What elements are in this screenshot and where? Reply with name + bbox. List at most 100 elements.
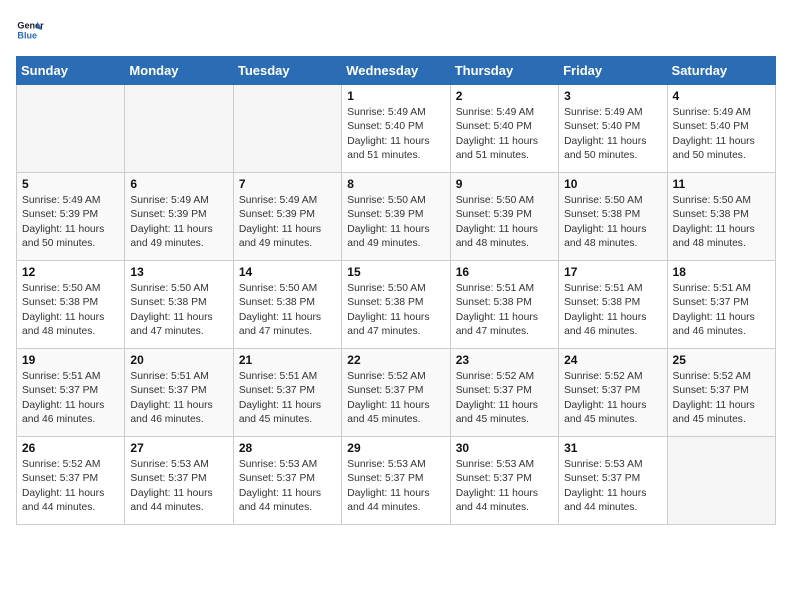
calendar-cell: 2Sunrise: 5:49 AM Sunset: 5:40 PM Daylig…: [450, 85, 558, 173]
day-number: 4: [673, 89, 770, 103]
calendar-cell: 5Sunrise: 5:49 AM Sunset: 5:39 PM Daylig…: [17, 173, 125, 261]
calendar-cell: 10 Sunrise: 5:50 AM Sunset: 5:38 PM Dayli…: [559, 173, 667, 261]
calendar-week-row: 12Sunrise: 5:50 AM Sunset: 5:38 PM Dayli…: [17, 261, 776, 349]
calendar-cell: 11 Sunrise: 5:50 AM Sunset: 5:38 PM Dayli…: [667, 173, 775, 261]
calendar-cell: 4 Sunrise: 5:49 AM Sunset: 5:40 PM Daylig…: [667, 85, 775, 173]
day-header-thursday: Thursday: [450, 57, 558, 85]
day-number: 22: [347, 353, 444, 367]
day-number: 5: [22, 177, 119, 191]
calendar-cell: 8 Sunrise: 5:50 AM Sunset: 5:39 PM Daylig…: [342, 173, 450, 261]
day-content: Sunrise: 5:49 AM Sunset: 5:40 PM Dayligh…: [456, 106, 553, 164]
day-number: 3: [564, 89, 661, 103]
day-content: Sunrise: 5:52 AM Sunset: 5:37 PM Dayligh…: [456, 370, 553, 428]
day-header-monday: Monday: [125, 57, 233, 85]
calendar-cell: 3 Sunrise: 5:49 AM Sunset: 5:40 PM Daylig…: [559, 85, 667, 173]
day-content: Sunrise: 5:50 AM Sunset: 5:38 PM Dayligh…: [564, 194, 661, 252]
calendar-cell: 27 Sunrise: 5:53 AM Sunset: 5:37 PM Dayli…: [125, 437, 233, 525]
calendar-cell: [233, 85, 341, 173]
day-content: Sunrise: 5:50 AM Sunset: 5:38 PM Dayligh…: [673, 194, 770, 252]
day-number: 21: [239, 353, 336, 367]
day-number: 23: [456, 353, 553, 367]
day-content: Sunrise: 5:50 AM Sunset: 5:38 PM Dayligh…: [130, 282, 227, 340]
day-content: Sunrise: 5:51 AM Sunset: 5:37 PM Dayligh…: [22, 370, 119, 428]
calendar-cell: 25 Sunrise: 5:52 AM Sunset: 5:37 PM Dayli…: [667, 349, 775, 437]
day-number: 26: [22, 441, 119, 455]
calendar-cell: 23 Sunrise: 5:52 AM Sunset: 5:37 PM Dayli…: [450, 349, 558, 437]
calendar-cell: [17, 85, 125, 173]
calendar-cell: 9Sunrise: 5:50 AM Sunset: 5:39 PM Daylig…: [450, 173, 558, 261]
day-content: Sunrise: 5:49 AM Sunset: 5:40 PM Dayligh…: [564, 106, 661, 164]
day-number: 28: [239, 441, 336, 455]
day-number: 19: [22, 353, 119, 367]
calendar-cell: 7Sunrise: 5:49 AM Sunset: 5:39 PM Daylig…: [233, 173, 341, 261]
calendar-cell: 31 Sunrise: 5:53 AM Sunset: 5:37 PM Dayli…: [559, 437, 667, 525]
logo: General Blue: [16, 16, 48, 44]
day-content: Sunrise: 5:49 AM Sunset: 5:40 PM Dayligh…: [347, 106, 444, 164]
day-content: Sunrise: 5:50 AM Sunset: 5:38 PM Dayligh…: [347, 282, 444, 340]
calendar-cell: 17 Sunrise: 5:51 AM Sunset: 5:38 PM Dayli…: [559, 261, 667, 349]
day-number: 15: [347, 265, 444, 279]
day-content: Sunrise: 5:50 AM Sunset: 5:39 PM Dayligh…: [347, 194, 444, 252]
day-content: Sunrise: 5:51 AM Sunset: 5:37 PM Dayligh…: [130, 370, 227, 428]
day-content: Sunrise: 5:51 AM Sunset: 5:38 PM Dayligh…: [456, 282, 553, 340]
day-content: Sunrise: 5:52 AM Sunset: 5:37 PM Dayligh…: [564, 370, 661, 428]
calendar-cell: 1 Sunrise: 5:49 AM Sunset: 5:40 PM Daylig…: [342, 85, 450, 173]
day-number: 20: [130, 353, 227, 367]
calendar-cell: 21Sunrise: 5:51 AM Sunset: 5:37 PM Dayli…: [233, 349, 341, 437]
day-content: Sunrise: 5:53 AM Sunset: 5:37 PM Dayligh…: [347, 458, 444, 516]
svg-text:Blue: Blue: [17, 30, 37, 40]
day-header-wednesday: Wednesday: [342, 57, 450, 85]
day-content: Sunrise: 5:50 AM Sunset: 5:38 PM Dayligh…: [22, 282, 119, 340]
day-header-row: SundayMondayTuesdayWednesdayThursdayFrid…: [17, 57, 776, 85]
day-number: 17: [564, 265, 661, 279]
calendar-cell: 20 Sunrise: 5:51 AM Sunset: 5:37 PM Dayli…: [125, 349, 233, 437]
calendar-cell: [667, 437, 775, 525]
day-number: 8: [347, 177, 444, 191]
day-content: Sunrise: 5:53 AM Sunset: 5:37 PM Dayligh…: [239, 458, 336, 516]
day-number: 13: [130, 265, 227, 279]
day-content: Sunrise: 5:53 AM Sunset: 5:37 PM Dayligh…: [130, 458, 227, 516]
day-number: 14: [239, 265, 336, 279]
calendar-week-row: 5 Sunrise: 5:49 AM Sunset: 5:39 PM Daylig…: [17, 173, 776, 261]
day-number: 11: [673, 177, 770, 191]
calendar-cell: 30Sunrise: 5:53 AM Sunset: 5:37 PM Dayli…: [450, 437, 558, 525]
day-content: Sunrise: 5:49 AM Sunset: 5:39 PM Dayligh…: [130, 194, 227, 252]
day-header-friday: Friday: [559, 57, 667, 85]
calendar-cell: 22 Sunrise: 5:52 AM Sunset: 5:37 PM Dayli…: [342, 349, 450, 437]
calendar-cell: 28 Sunrise: 5:53 AM Sunset: 5:37 PM Dayli…: [233, 437, 341, 525]
day-content: Sunrise: 5:49 AM Sunset: 5:39 PM Dayligh…: [239, 194, 336, 252]
calendar-week-row: 1 Sunrise: 5:49 AM Sunset: 5:40 PM Daylig…: [17, 85, 776, 173]
calendar-cell: 26Sunrise: 5:52 AM Sunset: 5:37 PM Dayli…: [17, 437, 125, 525]
day-number: 31: [564, 441, 661, 455]
day-number: 25: [673, 353, 770, 367]
day-content: Sunrise: 5:49 AM Sunset: 5:40 PM Dayligh…: [673, 106, 770, 164]
day-content: Sunrise: 5:52 AM Sunset: 5:37 PM Dayligh…: [673, 370, 770, 428]
day-header-sunday: Sunday: [17, 57, 125, 85]
calendar-cell: 16 Sunrise: 5:51 AM Sunset: 5:38 PM Dayli…: [450, 261, 558, 349]
day-content: Sunrise: 5:50 AM Sunset: 5:39 PM Dayligh…: [456, 194, 553, 252]
calendar-cell: 15 Sunrise: 5:50 AM Sunset: 5:38 PM Dayli…: [342, 261, 450, 349]
calendar-cell: 19 Sunrise: 5:51 AM Sunset: 5:37 PM Dayli…: [17, 349, 125, 437]
day-content: Sunrise: 5:50 AM Sunset: 5:38 PM Dayligh…: [239, 282, 336, 340]
logo-icon: General Blue: [16, 16, 44, 44]
day-number: 24: [564, 353, 661, 367]
page-header: General Blue: [16, 16, 776, 44]
day-number: 1: [347, 89, 444, 103]
day-number: 10: [564, 177, 661, 191]
day-content: Sunrise: 5:51 AM Sunset: 5:38 PM Dayligh…: [564, 282, 661, 340]
calendar-table: SundayMondayTuesdayWednesdayThursdayFrid…: [16, 56, 776, 525]
day-content: Sunrise: 5:53 AM Sunset: 5:37 PM Dayligh…: [456, 458, 553, 516]
day-number: 16: [456, 265, 553, 279]
calendar-week-row: 19 Sunrise: 5:51 AM Sunset: 5:37 PM Dayli…: [17, 349, 776, 437]
calendar-cell: [125, 85, 233, 173]
day-content: Sunrise: 5:53 AM Sunset: 5:37 PM Dayligh…: [564, 458, 661, 516]
calendar-cell: 29 Sunrise: 5:53 AM Sunset: 5:37 PM Dayli…: [342, 437, 450, 525]
day-content: Sunrise: 5:51 AM Sunset: 5:37 PM Dayligh…: [673, 282, 770, 340]
day-header-tuesday: Tuesday: [233, 57, 341, 85]
day-content: Sunrise: 5:52 AM Sunset: 5:37 PM Dayligh…: [347, 370, 444, 428]
day-number: 6: [130, 177, 227, 191]
day-number: 27: [130, 441, 227, 455]
day-number: 29: [347, 441, 444, 455]
calendar-cell: 6 Sunrise: 5:49 AM Sunset: 5:39 PM Daylig…: [125, 173, 233, 261]
calendar-cell: 14 Sunrise: 5:50 AM Sunset: 5:38 PM Dayli…: [233, 261, 341, 349]
